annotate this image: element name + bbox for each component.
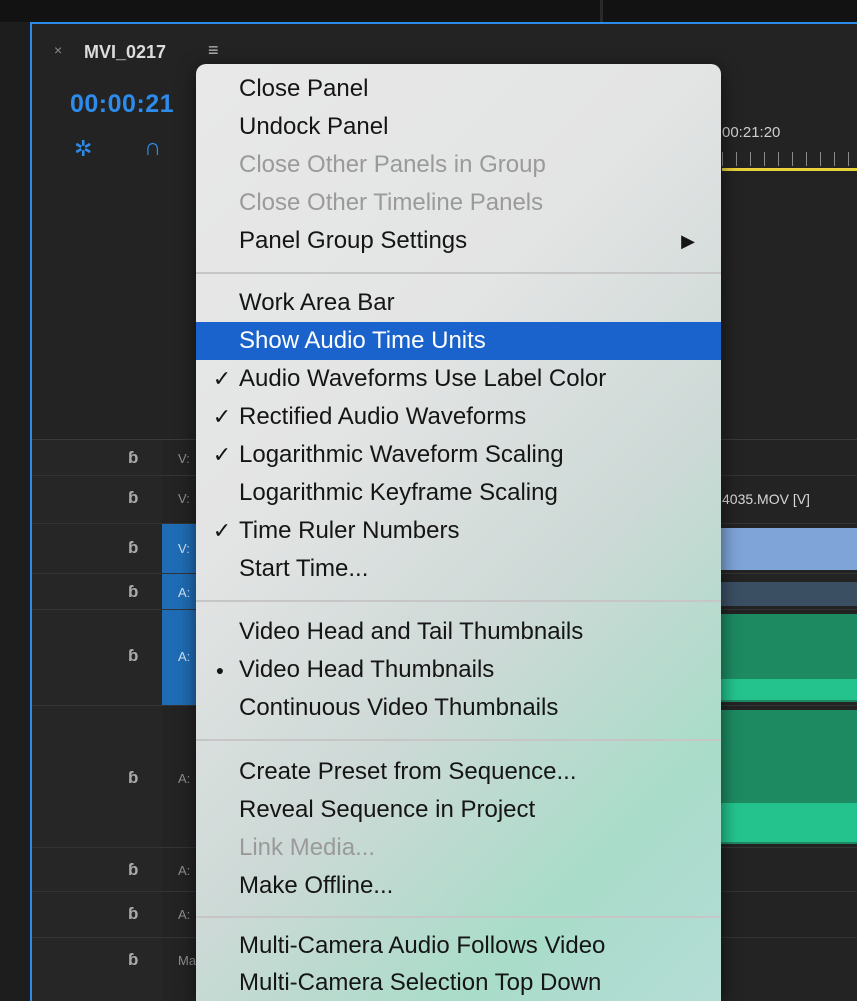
snap-magnet-icon[interactable]: ∩ [144,134,161,162]
track-header [32,574,162,609]
track-lock-icon[interactable]: ɓ [128,448,138,468]
track-lock-icon[interactable]: ɓ [128,860,138,880]
menu-item-audio-waveforms-use-label-color[interactable]: ✓ Audio Waveforms Use Label Color [196,360,721,398]
track-lock-icon[interactable]: ɓ [128,538,138,558]
menu-item-label: Multi-Camera Selection Top Down [239,969,602,996]
ruler-time-label: 00:21:20 [722,124,781,141]
menu-item-make-offline[interactable]: Make Offline... [196,867,721,905]
menu-divider [196,739,721,741]
menu-item-label: Continuous Video Thumbnails [239,694,559,721]
menu-item-close-other-panels-in-group: Close Other Panels in Group [196,146,721,184]
track-name: V: [178,491,190,506]
menu-divider [196,600,721,602]
track-header [32,440,162,475]
menu-item-create-preset-from-sequence[interactable]: Create Preset from Sequence... [196,753,721,791]
menu-divider [196,916,721,918]
menu-item-work-area-bar[interactable]: Work Area Bar [196,284,721,322]
track-header [32,524,162,573]
track-name: V: [178,451,190,466]
audio-clip[interactable] [720,582,857,606]
menu-item-label: Multi-Camera Audio Follows Video [239,932,606,959]
checkmark-icon: ✓ [212,518,232,543]
menu-item-label: Video Head and Tail Thumbnails [239,618,584,645]
submenu-arrow-icon: ▶ [681,231,695,251]
track-lock-icon[interactable]: ɓ [128,646,138,666]
menu-item-label: Start Time... [239,555,369,582]
track-lock-icon[interactable]: ɓ [128,768,138,788]
menu-item-start-time[interactable]: Start Time... [196,550,721,588]
track-header [32,892,162,937]
menu-item-label: Time Ruler Numbers [239,517,460,544]
close-tab-icon[interactable]: × [54,42,62,58]
menu-divider [196,272,721,274]
menu-item-continuous-video-thumbnails[interactable]: Continuous Video Thumbnails [196,689,721,727]
timeline-tab-title[interactable]: MVI_0217 [84,42,166,63]
insert-nested-icon[interactable]: ✲ [74,136,92,162]
work-area-bar[interactable] [722,168,857,171]
menu-item-label: Reveal Sequence in Project [239,796,536,823]
menu-item-label: Logarithmic Keyframe Scaling [239,479,558,506]
track-name: Ma [178,953,197,968]
menu-item-label: Close Panel [239,75,369,102]
menu-item-reveal-sequence-in-project[interactable]: Reveal Sequence in Project [196,791,721,829]
audio-waveform [720,786,857,842]
menu-item-logarithmic-waveform-scaling[interactable]: ✓ Logarithmic Waveform Scaling [196,436,721,474]
track-name: A: [178,863,191,878]
track-header [32,476,162,523]
menu-item-label: Panel Group Settings [239,227,468,254]
checkmark-icon: ✓ [212,442,232,467]
track-name: A: [178,907,191,922]
menu-item-label: Close Other Timeline Panels [239,189,544,216]
menu-item-video-head-and-tail-thumbnails[interactable]: Video Head and Tail Thumbnails [196,613,721,651]
track-name: A: [178,649,191,664]
menu-item-video-head-thumbnails[interactable]: ● Video Head Thumbnails [196,651,721,689]
audio-waveform [720,670,857,700]
track-header [32,938,162,1001]
track-name: V: [178,541,190,556]
timeline-panel-menu: Close Panel Undock Panel Close Other Pan… [196,64,721,1001]
menu-item-panel-group-settings[interactable]: Panel Group Settings ▶ [196,222,721,260]
menu-item-multi-camera-audio-follows-video[interactable]: Multi-Camera Audio Follows Video [196,927,721,965]
clip-label: 4035.MOV [V] [722,491,810,507]
menu-item-label: Rectified Audio Waveforms [239,403,527,430]
track-lock-icon[interactable]: ɓ [128,904,138,924]
menu-item-label: Logarithmic Waveform Scaling [239,441,564,468]
menu-item-label: Link Media... [239,834,376,861]
menu-item-label: Undock Panel [239,113,389,140]
menu-item-close-panel[interactable]: Close Panel [196,70,721,108]
checkmark-icon: ✓ [212,404,232,429]
menu-item-logarithmic-keyframe-scaling[interactable]: Logarithmic Keyframe Scaling [196,474,721,512]
time-ruler[interactable] [722,152,857,166]
track-name: A: [178,771,191,786]
panel-separator [600,0,603,22]
video-clip[interactable] [720,528,857,570]
panel-menu-icon[interactable]: ≡ [208,40,219,61]
menu-item-close-other-timeline-panels: Close Other Timeline Panels [196,184,721,222]
track-lock-icon[interactable]: ɓ [128,488,138,508]
track-lock-icon[interactable]: ɓ [128,950,138,970]
menu-item-label: Make Offline... [239,872,394,899]
menu-item-time-ruler-numbers[interactable]: ✓ Time Ruler Numbers [196,512,721,550]
menu-item-rectified-audio-waveforms[interactable]: ✓ Rectified Audio Waveforms [196,398,721,436]
menu-item-undock-panel[interactable]: Undock Panel [196,108,721,146]
playhead-timecode[interactable]: 00:00:21 [70,90,174,119]
menu-item-show-audio-time-units[interactable]: Show Audio Time Units [196,322,721,360]
menu-item-label: Video Head Thumbnails [239,656,495,683]
menu-item-label: Close Other Panels in Group [239,151,546,178]
menu-item-label: Work Area Bar [239,289,395,316]
radio-dot-icon: ● [215,662,225,678]
menu-item-label: Create Preset from Sequence... [239,758,577,785]
menu-item-multi-camera-selection-top-down[interactable]: Multi-Camera Selection Top Down [196,964,721,1001]
track-header [32,610,162,705]
track-header [32,706,162,847]
track-lock-icon[interactable]: ɓ [128,582,138,602]
top-strip [0,0,857,22]
track-header [32,848,162,891]
checkmark-icon: ✓ [212,366,232,391]
menu-item-label: Show Audio Time Units [239,327,486,354]
track-name: A: [178,585,191,600]
menu-item-link-media: Link Media... [196,829,721,867]
menu-item-label: Audio Waveforms Use Label Color [239,365,607,392]
